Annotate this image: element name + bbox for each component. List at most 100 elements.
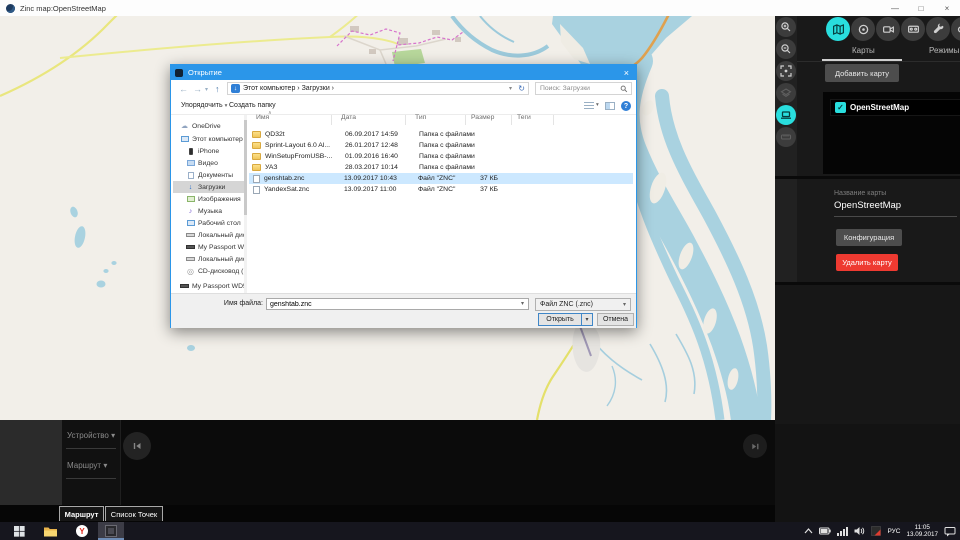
tabs-baseline xyxy=(797,61,960,62)
tab-maps[interactable]: Карты xyxy=(852,46,875,55)
sidebar-item-passport-drive[interactable]: My Passport WD5 xyxy=(173,280,244,292)
display-button[interactable] xyxy=(776,105,796,125)
device-dropdown[interactable]: Устройство xyxy=(67,431,115,440)
history-caret-icon[interactable] xyxy=(205,86,208,93)
column-header-type[interactable]: Тип xyxy=(415,114,426,121)
target-mode-button[interactable] xyxy=(851,17,875,41)
zoom-in-button[interactable] xyxy=(776,17,796,37)
help-button[interactable] xyxy=(621,101,631,111)
center-focus-button[interactable] xyxy=(776,61,796,81)
layers-button[interactable] xyxy=(776,83,796,103)
network-signal-icon[interactable] xyxy=(837,526,849,536)
skip-to-start-button[interactable] xyxy=(123,432,151,460)
sidebar-scrollbar[interactable] xyxy=(244,115,247,293)
search-box[interactable]: Поиск: Загрузки xyxy=(535,82,632,95)
filetype-dropdown[interactable]: Файл ZNC (.znc) xyxy=(535,298,631,311)
sidebar-item-videos[interactable]: Видео xyxy=(173,157,244,169)
sidebar-item-local-disk[interactable]: Локальный дис xyxy=(173,229,244,241)
sidebar-item-desktop[interactable]: Рабочий стол xyxy=(173,217,244,229)
filename-caret-icon[interactable] xyxy=(521,300,524,307)
map-checkbox[interactable] xyxy=(835,102,846,113)
view-list-icon[interactable] xyxy=(584,102,594,110)
add-map-button[interactable]: Добавить карту xyxy=(825,64,899,82)
dialog-navbar: Этот компьютер › Загрузки › Поиск: Загру… xyxy=(171,80,636,98)
file-row-selected[interactable]: genshtab.znc 13.09.2017 10:43 Файл "ZNC"… xyxy=(249,173,633,184)
open-button[interactable]: Открыть xyxy=(538,313,582,326)
filename-input[interactable] xyxy=(266,298,529,310)
zoom-out-button[interactable] xyxy=(776,39,796,59)
new-folder-button[interactable]: Создать папку xyxy=(229,102,276,109)
file-date: 28.03.2017 10:14 xyxy=(345,164,398,171)
dashboard-mode-button[interactable] xyxy=(901,17,925,41)
up-button[interactable] xyxy=(215,84,220,94)
file-row[interactable]: WinSetupFromUSB-... 01.09.2016 16:40 Пап… xyxy=(249,151,633,162)
forward-button[interactable] xyxy=(193,84,202,94)
sidebar-item-pictures[interactable]: Изображения xyxy=(173,193,244,205)
ruler-button[interactable] xyxy=(776,127,796,147)
file-explorer-button[interactable] xyxy=(34,522,66,540)
caret-down-icon xyxy=(225,103,228,109)
tray-expand-icon[interactable] xyxy=(804,528,813,534)
sidebar-item-iphone[interactable]: iPhone xyxy=(173,145,244,157)
file-row[interactable]: QD32t 06.09.2017 14:59 Папка с файлами xyxy=(249,129,633,140)
language-indicator[interactable]: РУС xyxy=(887,528,900,535)
access-mode-button[interactable] xyxy=(951,17,960,41)
column-header-tags[interactable]: Теги xyxy=(517,114,531,121)
notification-icon[interactable] xyxy=(944,526,956,537)
tools-mode-button[interactable] xyxy=(926,17,950,41)
dialog-close-button[interactable] xyxy=(624,68,629,78)
ruler-icon xyxy=(780,134,792,140)
open-split-caret[interactable] xyxy=(581,313,593,326)
delete-map-button[interactable]: Удалить карту xyxy=(836,254,898,271)
antivirus-flag-icon[interactable] xyxy=(871,526,882,536)
sidebar-item-passport-drive[interactable]: My Passport WD xyxy=(173,241,244,253)
volume-icon[interactable] xyxy=(854,526,865,536)
breadcrumb-bar[interactable]: Этот компьютер › Загрузки › xyxy=(227,82,529,95)
dialog-title: Открытие xyxy=(188,68,222,77)
back-button[interactable] xyxy=(179,84,188,94)
start-button[interactable] xyxy=(4,522,34,540)
configuration-button[interactable]: Конфигурация xyxy=(836,229,902,246)
sidebar-item-onedrive[interactable]: OneDrive xyxy=(173,120,244,132)
skip-to-end-button[interactable] xyxy=(743,434,767,458)
route-dropdown[interactable]: Маршрут xyxy=(67,461,107,470)
tab-point-list[interactable]: Список Точек xyxy=(105,506,163,521)
sidebar-item-documents[interactable]: Документы xyxy=(173,169,244,181)
tab-modes[interactable]: Режимы xyxy=(929,46,959,55)
file-row[interactable]: Sprint-Layout 6.0 Al... 26.01.2017 12:48… xyxy=(249,140,633,151)
file-row[interactable]: УАЗ 28.03.2017 10:14 Папка с файлами xyxy=(249,162,633,173)
active-app-button[interactable] xyxy=(98,522,124,540)
sidebar-item-this-pc[interactable]: Этот компьютер xyxy=(173,133,244,145)
sidebar-item-local-disk[interactable]: Локальный дис xyxy=(173,253,244,265)
app-icon xyxy=(6,3,15,13)
view-caret-icon[interactable] xyxy=(596,102,599,108)
minimize-button[interactable] xyxy=(882,4,908,13)
taskbar-clock[interactable]: 11:05 13.09.2017 xyxy=(906,524,938,538)
sidebar-item-downloads[interactable]: Загрузки xyxy=(173,181,244,193)
maximize-button[interactable] xyxy=(908,4,934,13)
dialog-titlebar[interactable]: Открытие xyxy=(171,65,636,80)
camera-mode-button[interactable] xyxy=(876,17,900,41)
column-header-size[interactable]: Размер xyxy=(471,114,494,121)
close-button[interactable] xyxy=(934,4,960,13)
map-list-item[interactable]: OpenStreetMap xyxy=(830,99,960,116)
breadcrumb[interactable]: Этот компьютер › Загрузки › xyxy=(243,85,334,92)
map-name-value[interactable]: OpenStreetMap xyxy=(834,200,901,211)
cancel-button[interactable]: Отмена xyxy=(597,313,634,326)
organize-menu[interactable]: Упорядочить xyxy=(181,102,227,109)
browser-button[interactable] xyxy=(66,522,98,540)
sidebar-item-cd-drive[interactable]: CD-дисковод (I xyxy=(173,265,244,277)
scrollbar-thumb[interactable] xyxy=(244,120,247,215)
tab-route[interactable]: Маршрут xyxy=(59,506,104,521)
address-caret-icon[interactable] xyxy=(509,85,512,92)
file-row[interactable]: YandexSat.znc 13.09.2017 11:00 Файл "ZNC… xyxy=(249,184,633,195)
preview-pane-icon[interactable] xyxy=(605,102,615,110)
file-name: Sprint-Layout 6.0 Al... xyxy=(265,142,330,149)
column-header-date[interactable]: Дата xyxy=(341,114,356,121)
maps-mode-button[interactable] xyxy=(826,17,850,41)
battery-icon[interactable] xyxy=(819,527,832,535)
refresh-icon[interactable] xyxy=(518,84,525,93)
caret-down-icon xyxy=(103,461,107,470)
file-name: QD32t xyxy=(265,131,285,138)
sidebar-item-music[interactable]: Музыка xyxy=(173,205,244,217)
